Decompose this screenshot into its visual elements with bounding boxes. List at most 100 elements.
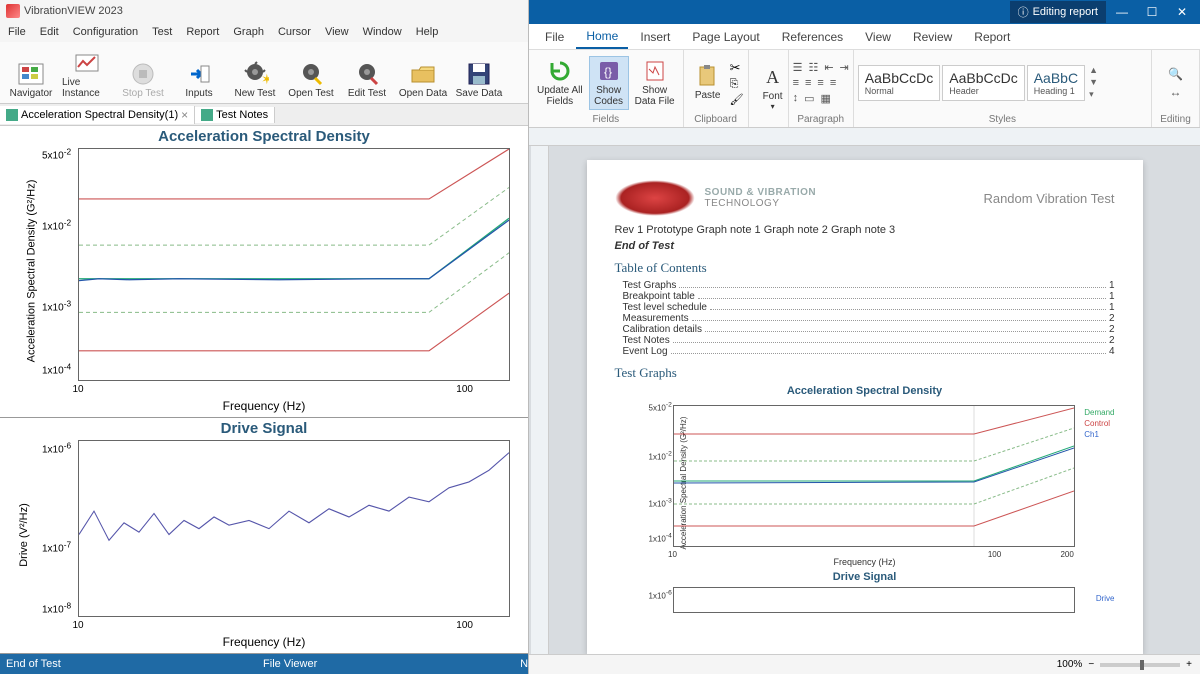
font-button[interactable]: A Font▾ [753, 63, 793, 113]
chart-asd[interactable]: Acceleration Spectral Density Accelerati… [0, 126, 528, 418]
right-menubar[interactable]: FileHomeInsertPage LayoutReferencesViewR… [529, 24, 1200, 50]
document-area[interactable]: SOUND & VIBRATION TECHNOLOGY Random Vibr… [529, 146, 1200, 654]
toc-row[interactable]: Test level schedule1 [615, 302, 1115, 313]
right-titlebar[interactable]: ⓘ Editing report — ☐ ✕ [529, 0, 1200, 24]
rmenu-view[interactable]: View [855, 26, 901, 48]
rmenu-file[interactable]: File [535, 26, 574, 48]
live-icon [73, 49, 101, 77]
left-statusbar: End of Test File Viewer N [0, 654, 528, 674]
app-icon [6, 4, 20, 18]
new-test-button[interactable]: ✶New Test [228, 44, 282, 101]
zoom-out-button[interactable]: − [1088, 659, 1094, 670]
menu-file[interactable]: File [8, 26, 26, 38]
chart-drive[interactable]: Drive Signal Drive (V²/Hz) 1x10-6 1x10-7… [0, 418, 528, 654]
copy-icon[interactable]: ⎘ [730, 78, 744, 91]
left-titlebar[interactable]: VibrationVIEW 2023 [0, 0, 528, 22]
tab-test-notes[interactable]: Test Notes [195, 107, 275, 123]
style-normal[interactable]: AaBbCcDcNormal [858, 65, 940, 101]
edit-test-button[interactable]: Edit Test [340, 44, 394, 101]
styles-more-icon[interactable]: ▾ [1089, 89, 1098, 100]
style-header[interactable]: AaBbCcDcHeader [942, 65, 1024, 101]
zoom-in-button[interactable]: + [1186, 659, 1192, 670]
show-data-file-button[interactable]: ShowData File [631, 57, 679, 109]
document-page[interactable]: SOUND & VIBRATION TECHNOLOGY Random Vibr… [587, 160, 1143, 654]
toc-row[interactable]: Test Graphs1 [615, 280, 1115, 291]
styles-down-icon[interactable]: ▼ [1089, 77, 1098, 87]
menu-view[interactable]: View [325, 26, 349, 38]
company-logo [615, 180, 695, 216]
chart2-plot[interactable] [78, 440, 510, 617]
navigator-button[interactable]: Navigator [4, 44, 58, 101]
find-icon[interactable]: 🔍 [1168, 67, 1183, 81]
status-left: End of Test [0, 658, 263, 670]
test-graphs-heading[interactable]: Test Graphs [615, 365, 1115, 381]
line-spacing-icon[interactable]: ↕ [793, 92, 799, 105]
maximize-button[interactable]: ☐ [1138, 2, 1166, 22]
editing-badge[interactable]: ⓘ Editing report [1010, 1, 1106, 23]
vertical-ruler[interactable] [531, 146, 549, 654]
format-painter-icon[interactable]: 🖌 [730, 93, 744, 106]
rmenu-review[interactable]: Review [903, 26, 962, 48]
indent-icon[interactable]: ⇥ [840, 61, 849, 74]
tab-acceleration-spectral-density-1-[interactable]: Acceleration Spectral Density(1)× [0, 106, 195, 124]
rmenu-report[interactable]: Report [964, 26, 1020, 48]
savedata-icon [465, 60, 493, 88]
app-title: VibrationVIEW 2023 [24, 5, 123, 17]
stop-test-button: Stop Test [116, 44, 170, 101]
open-test-button[interactable]: Open Test [284, 44, 338, 101]
horizontal-ruler[interactable] [529, 128, 1200, 146]
menu-edit[interactable]: Edit [40, 26, 59, 38]
toc-row[interactable]: Breakpoint table1 [615, 291, 1115, 302]
align-left-icon[interactable]: ≡ [793, 77, 799, 89]
end-of-test-label[interactable]: End of Test [615, 240, 1115, 252]
toc-row[interactable]: Measurements2 [615, 313, 1115, 324]
inputs-button[interactable]: Inputs [172, 44, 226, 101]
toc-row[interactable]: Calibration details2 [615, 324, 1115, 335]
shading-icon[interactable]: ▭ [804, 92, 814, 105]
cut-icon[interactable]: ✂ [730, 60, 744, 76]
minimize-button[interactable]: — [1108, 2, 1136, 22]
revision-line[interactable]: Rev 1 Prototype Graph note 1 Graph note … [615, 224, 1115, 236]
show-codes-button[interactable]: {}ShowCodes [589, 56, 629, 110]
rmenu-home[interactable]: Home [576, 25, 628, 49]
justify-icon[interactable]: ≡ [830, 77, 836, 89]
left-menubar[interactable]: File Edit Configuration Test Report Graph Curs… [0, 22, 528, 42]
toc-row[interactable]: Test Notes2 [615, 335, 1115, 346]
replace-icon[interactable]: ↔ [1170, 85, 1182, 99]
menu-window[interactable]: Window [363, 26, 402, 38]
rmenu-page-layout[interactable]: Page Layout [682, 26, 769, 48]
inputs-icon [185, 60, 213, 88]
menu-test[interactable]: Test [152, 26, 172, 38]
menu-help[interactable]: Help [416, 26, 439, 38]
menu-graph[interactable]: Graph [233, 26, 264, 38]
ytick: 1x10-3 [42, 299, 71, 314]
close-button[interactable]: ✕ [1168, 2, 1196, 22]
chart1-plot[interactable] [78, 148, 510, 381]
menu-cursor[interactable]: Cursor [278, 26, 311, 38]
paste-button[interactable]: Paste [688, 62, 728, 103]
bullets-icon[interactable]: ☰ [793, 61, 803, 74]
save-data-button[interactable]: Save Data [452, 44, 506, 101]
align-center-icon[interactable]: ≡ [805, 77, 811, 89]
zoom-slider[interactable] [1100, 663, 1180, 667]
tab-close-icon[interactable]: × [181, 108, 188, 122]
edit-icon [353, 60, 381, 88]
numbering-icon[interactable]: ☷ [808, 61, 818, 74]
toc-heading[interactable]: Table of Contents [615, 260, 1115, 276]
style-heading-1[interactable]: AaBbCHeading 1 [1027, 65, 1085, 101]
opendata-icon [409, 60, 437, 88]
outdent-icon[interactable]: ⇤ [824, 61, 833, 74]
menu-configuration[interactable]: Configuration [73, 26, 138, 38]
navigator-icon [17, 60, 45, 88]
rmenu-insert[interactable]: Insert [630, 26, 680, 48]
update-all-fields-button[interactable]: Update AllFields [533, 57, 587, 109]
styles-up-icon[interactable]: ▲ [1089, 65, 1098, 75]
menu-report[interactable]: Report [186, 26, 219, 38]
toc-row[interactable]: Event Log4 [615, 346, 1115, 357]
toc[interactable]: Test Graphs1Breakpoint table1Test level … [615, 280, 1115, 357]
live-instance-button[interactable]: Live Instance [60, 44, 114, 101]
open-data-button[interactable]: Open Data [396, 44, 450, 101]
rmenu-references[interactable]: References [772, 26, 853, 48]
align-right-icon[interactable]: ≡ [817, 77, 823, 89]
borders-icon[interactable]: ▦ [820, 92, 830, 105]
